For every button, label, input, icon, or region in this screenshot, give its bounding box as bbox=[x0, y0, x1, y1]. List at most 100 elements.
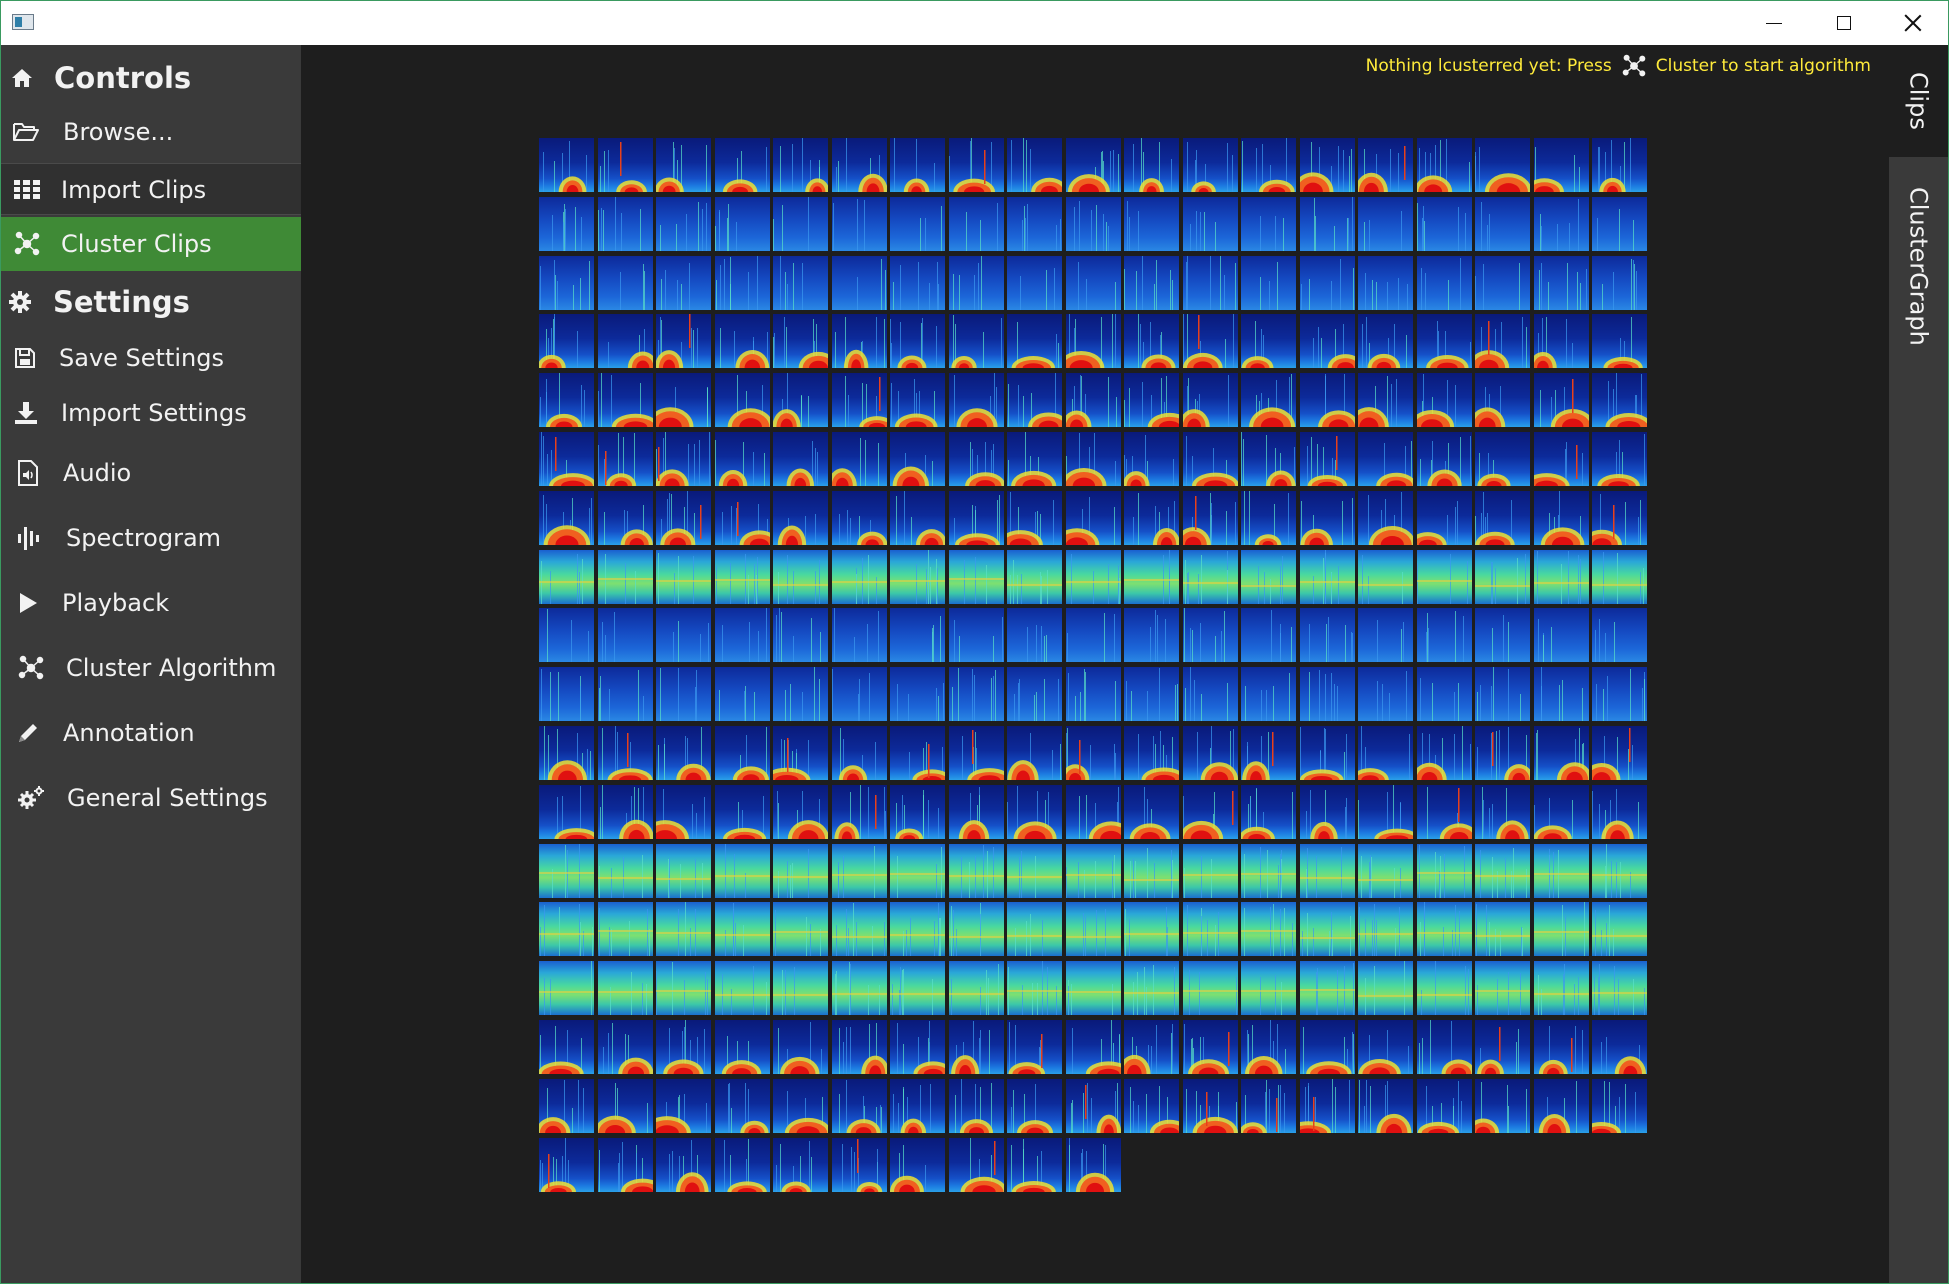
clip-thumbnail[interactable] bbox=[1241, 432, 1296, 486]
clip-thumbnail[interactable] bbox=[890, 844, 945, 898]
clip-thumbnail[interactable] bbox=[539, 667, 594, 721]
clip-thumbnail[interactable] bbox=[1592, 902, 1647, 956]
clip-thumbnail[interactable] bbox=[715, 844, 770, 898]
clip-thumbnail[interactable] bbox=[1241, 314, 1296, 368]
clip-thumbnail[interactable] bbox=[949, 314, 1004, 368]
clip-thumbnail[interactable] bbox=[1534, 138, 1589, 192]
clip-thumbnail[interactable] bbox=[773, 491, 828, 545]
clip-thumbnail[interactable] bbox=[656, 726, 711, 780]
clip-thumbnail[interactable] bbox=[1358, 373, 1413, 427]
clip-thumbnail[interactable] bbox=[890, 902, 945, 956]
clip-thumbnail[interactable] bbox=[1592, 314, 1647, 368]
clip-thumbnail[interactable] bbox=[1592, 138, 1647, 192]
clip-thumbnail[interactable] bbox=[949, 608, 1004, 662]
import-settings-button[interactable]: Import Settings bbox=[1, 390, 301, 436]
clip-thumbnail[interactable] bbox=[1592, 785, 1647, 839]
maximize-button[interactable] bbox=[1809, 1, 1879, 45]
clip-thumbnail[interactable] bbox=[1592, 256, 1647, 310]
clip-thumbnail[interactable] bbox=[656, 550, 711, 604]
clip-thumbnail[interactable] bbox=[1534, 844, 1589, 898]
clip-thumbnail[interactable] bbox=[949, 1138, 1004, 1192]
clip-thumbnail[interactable] bbox=[1007, 550, 1062, 604]
clip-thumbnail[interactable] bbox=[1241, 726, 1296, 780]
clip-thumbnail[interactable] bbox=[1534, 373, 1589, 427]
clip-thumbnail[interactable] bbox=[1007, 373, 1062, 427]
clip-thumbnail[interactable] bbox=[1066, 1138, 1121, 1192]
clip-thumbnail[interactable] bbox=[890, 785, 945, 839]
clip-thumbnail[interactable] bbox=[1183, 844, 1238, 898]
clip-thumbnail[interactable] bbox=[1183, 491, 1238, 545]
cluster-clips-button[interactable]: Cluster Clips bbox=[1, 217, 301, 271]
clip-thumbnail[interactable] bbox=[1300, 844, 1355, 898]
clip-thumbnail[interactable] bbox=[832, 667, 887, 721]
clip-thumbnail[interactable] bbox=[773, 608, 828, 662]
clip-thumbnail[interactable] bbox=[1183, 256, 1238, 310]
clip-thumbnail[interactable] bbox=[539, 314, 594, 368]
clip-thumbnail[interactable] bbox=[1534, 961, 1589, 1015]
clip-thumbnail[interactable] bbox=[1592, 1079, 1647, 1133]
title-bar[interactable] bbox=[1, 1, 1948, 45]
clip-thumbnail[interactable] bbox=[1417, 902, 1472, 956]
clip-thumbnail[interactable] bbox=[773, 197, 828, 251]
clip-thumbnail[interactable] bbox=[598, 373, 653, 427]
clip-thumbnail[interactable] bbox=[890, 432, 945, 486]
clip-thumbnail[interactable] bbox=[1534, 785, 1589, 839]
clip-thumbnail[interactable] bbox=[832, 902, 887, 956]
clip-thumbnail[interactable] bbox=[1592, 550, 1647, 604]
clip-thumbnail[interactable] bbox=[1183, 608, 1238, 662]
clip-thumbnail[interactable] bbox=[715, 491, 770, 545]
clip-thumbnail[interactable] bbox=[1007, 432, 1062, 486]
clip-thumbnail[interactable] bbox=[1241, 373, 1296, 427]
clip-thumbnail[interactable] bbox=[1124, 726, 1179, 780]
clip-thumbnail[interactable] bbox=[656, 785, 711, 839]
clip-thumbnail[interactable] bbox=[1417, 844, 1472, 898]
clip-thumbnail[interactable] bbox=[715, 667, 770, 721]
clip-thumbnail[interactable] bbox=[949, 256, 1004, 310]
clip-thumbnail[interactable] bbox=[1183, 1079, 1238, 1133]
clip-thumbnail[interactable] bbox=[715, 726, 770, 780]
clip-thumbnail[interactable] bbox=[1007, 961, 1062, 1015]
clip-thumbnail[interactable] bbox=[1007, 785, 1062, 839]
clip-thumbnail[interactable] bbox=[1300, 197, 1355, 251]
clip-thumbnail[interactable] bbox=[1417, 961, 1472, 1015]
clip-thumbnail[interactable] bbox=[715, 550, 770, 604]
playback-button[interactable]: Playback bbox=[1, 580, 301, 626]
clip-thumbnail[interactable] bbox=[890, 138, 945, 192]
clip-thumbnail[interactable] bbox=[773, 138, 828, 192]
clip-thumbnail[interactable] bbox=[1358, 432, 1413, 486]
clip-thumbnail[interactable] bbox=[1066, 1020, 1121, 1074]
tab-clips[interactable]: Clips bbox=[1889, 45, 1948, 157]
clip-thumbnail[interactable] bbox=[1534, 491, 1589, 545]
clip-thumbnail[interactable] bbox=[715, 138, 770, 192]
clip-thumbnail[interactable] bbox=[890, 726, 945, 780]
clip-thumbnail[interactable] bbox=[1241, 491, 1296, 545]
clip-thumbnail[interactable] bbox=[1241, 197, 1296, 251]
clip-thumbnail[interactable] bbox=[1183, 785, 1238, 839]
clip-thumbnail[interactable] bbox=[715, 1079, 770, 1133]
clip-thumbnail[interactable] bbox=[1124, 314, 1179, 368]
clip-thumbnail[interactable] bbox=[1066, 314, 1121, 368]
clip-thumbnail[interactable] bbox=[1534, 1020, 1589, 1074]
clip-thumbnail[interactable] bbox=[1300, 1020, 1355, 1074]
clip-thumbnail[interactable] bbox=[890, 314, 945, 368]
clip-thumbnail[interactable] bbox=[598, 491, 653, 545]
clip-thumbnail[interactable] bbox=[1007, 1079, 1062, 1133]
clip-thumbnail[interactable] bbox=[949, 961, 1004, 1015]
clip-thumbnail[interactable] bbox=[890, 197, 945, 251]
clip-thumbnail[interactable] bbox=[1300, 550, 1355, 604]
clip-thumbnail[interactable] bbox=[1592, 491, 1647, 545]
clip-thumbnail[interactable] bbox=[1358, 550, 1413, 604]
clip-thumbnail[interactable] bbox=[1475, 667, 1530, 721]
clip-thumbnail[interactable] bbox=[1358, 961, 1413, 1015]
clip-thumbnail[interactable] bbox=[949, 667, 1004, 721]
clip-thumbnail[interactable] bbox=[539, 491, 594, 545]
clip-thumbnail[interactable] bbox=[539, 550, 594, 604]
clip-thumbnail[interactable] bbox=[1592, 667, 1647, 721]
clip-thumbnail[interactable] bbox=[1066, 961, 1121, 1015]
clip-thumbnail[interactable] bbox=[715, 314, 770, 368]
clip-thumbnail[interactable] bbox=[1241, 902, 1296, 956]
clip-thumbnail[interactable] bbox=[1066, 902, 1121, 956]
clip-thumbnail[interactable] bbox=[832, 256, 887, 310]
clip-thumbnail[interactable] bbox=[1417, 256, 1472, 310]
clip-thumbnail[interactable] bbox=[1358, 726, 1413, 780]
